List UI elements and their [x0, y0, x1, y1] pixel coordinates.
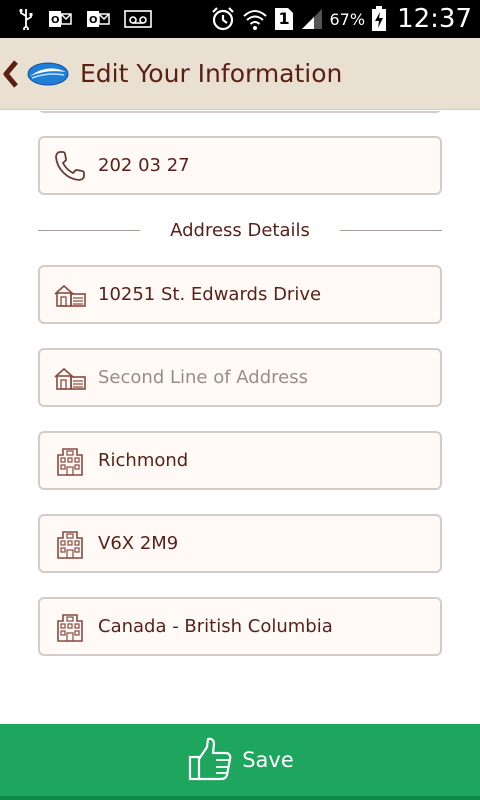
battery-charging-icon [371, 6, 387, 32]
svg-text:O: O [51, 15, 60, 26]
status-clock: 12:37 [397, 4, 472, 34]
section-title: Address Details [170, 219, 310, 241]
status-bar: O O 1 67% 12:37 [0, 0, 480, 38]
alarm-icon [210, 6, 236, 32]
address-line-1-field[interactable]: 10251 St. Edwards Drive [38, 265, 442, 324]
divider-line-right [339, 229, 442, 231]
cut-off-field[interactable] [38, 111, 442, 113]
province-field[interactable]: Canada - British Columbia [38, 597, 442, 656]
battery-percent: 67% [329, 9, 366, 29]
postal-code-value: V6X 2M9 [98, 533, 179, 554]
outlook-icon: O [48, 9, 72, 29]
building-icon [52, 526, 88, 562]
system-icons: 1 67% 12:37 [210, 0, 472, 38]
address-line-2-field[interactable]: Second Line of Address [38, 348, 442, 407]
house-icon [52, 277, 88, 313]
city-value: Richmond [98, 450, 189, 471]
brand-logo-icon [26, 59, 70, 89]
building-icon [52, 609, 88, 645]
voicemail-icon [124, 10, 152, 28]
building-icon [52, 443, 88, 479]
outlook-icon: O [86, 9, 110, 29]
notification-icons: O O [0, 0, 152, 38]
phone-value: 202 03 27 [98, 155, 190, 176]
province-value: Canada - British Columbia [98, 616, 333, 637]
city-field[interactable]: Richmond [38, 431, 442, 490]
page-title: Edit Your Information [80, 59, 343, 88]
app-header: Edit Your Information [0, 38, 480, 110]
back-chevron-icon [3, 59, 18, 88]
address-line-1-value: 10251 St. Edwards Drive [98, 284, 322, 305]
sim-slot-label: 1 [278, 9, 290, 28]
svg-text:O: O [89, 15, 98, 26]
usb-icon [18, 8, 34, 30]
back-button[interactable] [0, 54, 22, 94]
save-button[interactable]: Save [0, 724, 480, 800]
save-label: Save [242, 748, 294, 772]
address-section-header: Address Details [38, 215, 442, 245]
form-scroll-area[interactable]: 202 03 27 Address Details 10251 St. Edwa… [0, 111, 480, 724]
sim-icon: 1 [274, 7, 294, 31]
address-line-2-placeholder: Second Line of Address [98, 367, 308, 388]
thumbs-up-icon [186, 735, 236, 785]
signal-icon [300, 8, 324, 30]
wifi-icon [242, 7, 268, 31]
phone-icon [52, 148, 88, 184]
postal-code-field[interactable]: V6X 2M9 [38, 514, 442, 573]
house-icon [52, 360, 88, 396]
divider-line-left [38, 229, 141, 231]
phone-field[interactable]: 202 03 27 [38, 136, 442, 195]
